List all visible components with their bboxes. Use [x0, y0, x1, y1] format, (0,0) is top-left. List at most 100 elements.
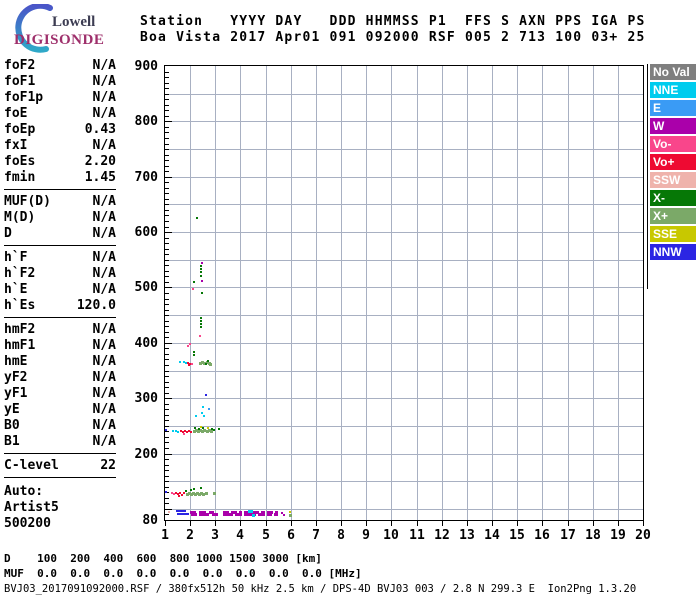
grid-line-v	[240, 66, 241, 520]
legend-item-vo+: Vo+	[650, 154, 696, 170]
echo-dash	[223, 513, 233, 516]
logo-text-digisonde: DIGISONDE	[14, 32, 104, 49]
grid-line-v	[417, 66, 418, 520]
param-value: N/A	[93, 370, 116, 386]
param-label: B0	[4, 418, 20, 434]
param-label: D	[4, 226, 12, 242]
grid-line-h	[165, 426, 643, 427]
y-axis-tick	[165, 398, 172, 399]
scaled-parameters-panel: foF2N/AfoF1N/AfoF1pN/AfoEN/AfoEp0.43fxIN…	[4, 58, 116, 532]
param-row: M(D)N/A	[4, 210, 116, 226]
param-divider	[4, 245, 116, 246]
x-axis-label: 12	[430, 529, 454, 542]
y-axis-tick	[165, 437, 169, 438]
param-label: hmF1	[4, 338, 35, 354]
y-axis-tick	[165, 321, 169, 322]
echo-point	[283, 514, 285, 516]
param-value: N/A	[93, 402, 116, 418]
y-axis-tick	[165, 232, 172, 233]
y-axis-label: 500	[128, 281, 158, 294]
param-label: h`E	[4, 282, 27, 298]
y-axis-tick	[165, 227, 169, 228]
param-label: C-level	[4, 458, 59, 474]
echo-point	[200, 326, 202, 328]
param-value: N/A	[93, 90, 116, 106]
y-axis-tick	[165, 204, 169, 205]
y-axis-tick	[165, 448, 169, 449]
y-axis-tick	[165, 299, 169, 300]
param-row: hmF1N/A	[4, 338, 116, 354]
grid-line-v	[391, 66, 392, 520]
y-axis-tick	[165, 132, 169, 133]
legend-item-x-: X-	[650, 190, 696, 206]
param-row: MUF(D)N/A	[4, 194, 116, 210]
echo-point	[201, 412, 203, 414]
param-value: 0.43	[85, 122, 116, 138]
y-axis-tick	[165, 442, 169, 443]
y-axis-tick	[165, 249, 169, 250]
y-axis-tick	[165, 315, 169, 316]
grid-line-v	[442, 66, 443, 520]
echo-dash	[199, 513, 209, 516]
y-axis-tick	[165, 182, 169, 183]
echo-point	[199, 335, 201, 337]
param-row: foEN/A	[4, 106, 116, 122]
param-value: 120.0	[77, 298, 116, 314]
echo-point	[181, 494, 183, 496]
y-axis-tick	[165, 420, 169, 421]
echo-point	[191, 363, 193, 365]
echo-point	[194, 427, 196, 429]
param-divider	[4, 453, 116, 454]
param-value: N/A	[93, 58, 116, 74]
y-axis-tick	[165, 221, 169, 222]
y-axis-tick	[165, 210, 169, 211]
y-axis-label: 800	[128, 115, 158, 128]
logo-text-lowell: Lowell	[52, 14, 95, 31]
param-label: fxI	[4, 138, 27, 154]
echo-point	[200, 320, 202, 322]
y-axis-tick	[165, 138, 169, 139]
echo-point	[172, 430, 174, 432]
y-axis-tick	[165, 465, 169, 466]
param-row: fmin1.45	[4, 170, 116, 186]
param-divider	[4, 189, 116, 190]
y-axis-tick	[165, 426, 169, 427]
y-axis-tick	[165, 271, 169, 272]
x-axis-tick	[391, 521, 392, 526]
echo-point	[178, 495, 180, 497]
grid-line-v	[366, 66, 367, 520]
echo-point	[208, 408, 210, 410]
y-axis-tick	[165, 454, 172, 455]
x-axis-label: 5	[254, 529, 278, 542]
param-row: h`Es120.0	[4, 298, 116, 314]
y-axis-label: 400	[128, 337, 158, 350]
param-label: hmE	[4, 354, 27, 370]
grid-line-v	[215, 66, 216, 520]
y-axis-tick	[165, 365, 169, 366]
param-value: N/A	[93, 418, 116, 434]
grid-line-v	[266, 66, 267, 520]
muf-distance-table: D 100 200 400 600 800 1000 1500 3000 [km…	[4, 551, 362, 581]
x-axis-tick	[291, 521, 292, 526]
echo-point	[187, 513, 189, 515]
param-value: N/A	[93, 194, 116, 210]
autoscaling-line: Auto:	[4, 484, 116, 500]
y-axis-tick	[165, 166, 169, 167]
echo-point	[177, 431, 179, 433]
echo-point	[200, 268, 202, 270]
y-axis-tick	[165, 155, 169, 156]
param-value: N/A	[93, 354, 116, 370]
param-label: foE	[4, 106, 27, 122]
param-label: fmin	[4, 170, 35, 186]
y-axis-tick	[165, 304, 169, 305]
y-axis-tick	[165, 310, 169, 311]
echo-point	[207, 360, 209, 362]
param-label: h`F	[4, 250, 27, 266]
echo-point	[205, 492, 208, 495]
echo-point	[200, 265, 202, 267]
y-axis-tick	[165, 177, 172, 178]
grid-line-h	[165, 149, 643, 150]
param-value: 22	[100, 458, 116, 474]
param-label: B1	[4, 434, 20, 450]
grid-line-h	[165, 204, 643, 205]
